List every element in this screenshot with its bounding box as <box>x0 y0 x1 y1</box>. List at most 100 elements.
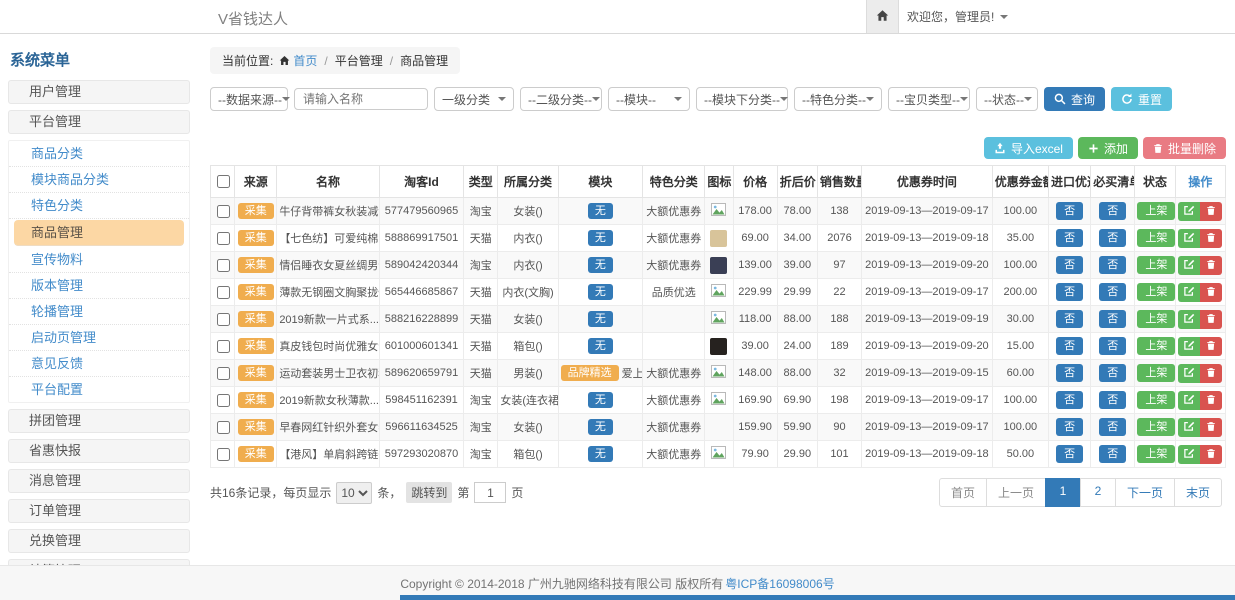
must-buy-toggle[interactable]: 否 <box>1099 391 1126 409</box>
sidebar-group[interactable]: 平台管理 <box>8 110 190 134</box>
page-button[interactable]: 2 <box>1080 478 1116 507</box>
must-buy-toggle[interactable]: 否 <box>1099 445 1126 463</box>
import-optimal-toggle[interactable]: 否 <box>1056 364 1083 382</box>
import-optimal-toggle[interactable]: 否 <box>1056 445 1083 463</box>
must-buy-toggle[interactable]: 否 <box>1099 202 1126 220</box>
sidebar-subitem[interactable]: 轮播管理 <box>9 299 189 325</box>
delete-button[interactable] <box>1200 418 1222 437</box>
name-search-input[interactable] <box>294 88 428 110</box>
row-checkbox[interactable] <box>217 394 230 407</box>
status-toggle[interactable]: 上架 <box>1137 391 1175 409</box>
status-toggle[interactable]: 上架 <box>1137 283 1175 301</box>
icp-link[interactable]: 粤ICP备16098006号 <box>725 575 834 592</box>
filter-select[interactable]: --模块下分类-- <box>696 87 788 111</box>
must-buy-toggle[interactable]: 否 <box>1099 337 1126 355</box>
status-toggle[interactable]: 上架 <box>1137 256 1175 274</box>
status-toggle[interactable]: 上架 <box>1137 202 1175 220</box>
status-toggle[interactable]: 上架 <box>1137 310 1175 328</box>
must-buy-toggle[interactable]: 否 <box>1099 310 1126 328</box>
add-button[interactable]: 添加 <box>1078 137 1138 159</box>
search-button[interactable]: 查询 <box>1044 87 1105 111</box>
must-buy-toggle[interactable]: 否 <box>1099 418 1126 436</box>
sidebar-subitem[interactable]: 版本管理 <box>9 273 189 299</box>
page-button[interactable]: 下一页 <box>1115 478 1175 507</box>
page-button[interactable]: 1 <box>1045 478 1081 507</box>
import-optimal-toggle[interactable]: 否 <box>1056 310 1083 328</box>
edit-button[interactable] <box>1178 229 1200 248</box>
edit-button[interactable] <box>1178 418 1200 437</box>
sidebar-subitem[interactable]: 模块商品分类 <box>9 167 189 193</box>
sidebar-group[interactable]: 订单管理 <box>8 499 190 523</box>
import-optimal-toggle[interactable]: 否 <box>1056 283 1083 301</box>
row-checkbox[interactable] <box>217 259 230 272</box>
edit-button[interactable] <box>1178 283 1200 302</box>
row-checkbox[interactable] <box>217 340 230 353</box>
page-button[interactable]: 末页 <box>1174 478 1222 507</box>
page-button[interactable]: 首页 <box>939 478 987 507</box>
sidebar-subitem[interactable]: 特色分类 <box>9 193 189 219</box>
delete-button[interactable] <box>1200 337 1222 356</box>
status-toggle[interactable]: 上架 <box>1137 418 1175 436</box>
edit-button[interactable] <box>1178 256 1200 275</box>
sidebar-subitem[interactable]: 宣传物料 <box>9 247 189 273</box>
filter-select-data-source[interactable]: --数据来源-- <box>210 87 288 111</box>
row-checkbox[interactable] <box>217 205 230 218</box>
delete-button[interactable] <box>1200 202 1222 221</box>
delete-button[interactable] <box>1200 283 1222 302</box>
delete-button[interactable] <box>1200 364 1222 383</box>
import-optimal-toggle[interactable]: 否 <box>1056 391 1083 409</box>
status-toggle[interactable]: 上架 <box>1137 445 1175 463</box>
edit-button[interactable] <box>1178 364 1200 383</box>
filter-select[interactable]: --宝贝类型-- <box>888 87 970 111</box>
row-checkbox[interactable] <box>217 286 230 299</box>
reset-button[interactable]: 重置 <box>1111 87 1172 111</box>
batch-delete-button[interactable]: 批量删除 <box>1143 137 1226 159</box>
import-optimal-toggle[interactable]: 否 <box>1056 229 1083 247</box>
delete-button[interactable] <box>1200 229 1222 248</box>
per-page-select[interactable]: 10 <box>336 482 372 504</box>
edit-button[interactable] <box>1178 391 1200 410</box>
row-checkbox[interactable] <box>217 313 230 326</box>
status-toggle[interactable]: 上架 <box>1137 337 1175 355</box>
filter-select[interactable]: --特色分类-- <box>794 87 882 111</box>
filter-select[interactable]: --二级分类-- <box>520 87 602 111</box>
row-checkbox[interactable] <box>217 367 230 380</box>
select-all-checkbox[interactable] <box>217 175 230 188</box>
import-optimal-toggle[interactable]: 否 <box>1056 256 1083 274</box>
filter-select[interactable]: --状态-- <box>976 87 1038 111</box>
filter-select[interactable]: --模块-- <box>608 87 690 111</box>
sidebar-subitem[interactable]: 意见反馈 <box>9 351 189 377</box>
must-buy-toggle[interactable]: 否 <box>1099 229 1126 247</box>
sidebar-group[interactable]: 用户管理 <box>8 80 190 104</box>
delete-button[interactable] <box>1200 256 1222 275</box>
must-buy-toggle[interactable]: 否 <box>1099 364 1126 382</box>
delete-button[interactable] <box>1200 310 1222 329</box>
page-button[interactable]: 上一页 <box>986 478 1046 507</box>
edit-button[interactable] <box>1178 310 1200 329</box>
edit-button[interactable] <box>1178 202 1200 221</box>
sidebar-subitem[interactable]: 启动页管理 <box>9 325 189 351</box>
home-button[interactable] <box>866 0 899 33</box>
must-buy-toggle[interactable]: 否 <box>1099 256 1126 274</box>
delete-button[interactable] <box>1200 391 1222 410</box>
delete-button[interactable] <box>1200 445 1222 464</box>
row-checkbox[interactable] <box>217 421 230 434</box>
must-buy-toggle[interactable]: 否 <box>1099 283 1126 301</box>
sidebar-group[interactable]: 兑换管理 <box>8 529 190 553</box>
import-optimal-toggle[interactable]: 否 <box>1056 202 1083 220</box>
sidebar-subitem[interactable]: 平台配置 <box>9 377 189 402</box>
sidebar-group[interactable]: 拼团管理 <box>8 409 190 433</box>
page-number-input[interactable] <box>474 482 506 503</box>
breadcrumb-home-link[interactable]: 首页 <box>293 54 317 68</box>
edit-button[interactable] <box>1178 445 1200 464</box>
edit-button[interactable] <box>1178 337 1200 356</box>
import-excel-button[interactable]: 导入excel <box>984 137 1073 159</box>
sidebar-subitem[interactable]: 商品分类 <box>9 141 189 167</box>
import-optimal-toggle[interactable]: 否 <box>1056 337 1083 355</box>
user-menu[interactable]: 欢迎您，管理员! <box>907 0 1008 33</box>
import-optimal-toggle[interactable]: 否 <box>1056 418 1083 436</box>
filter-select[interactable]: 一级分类 <box>434 87 514 111</box>
sidebar-group[interactable]: 省惠快报 <box>8 439 190 463</box>
sidebar-subitem[interactable]: 商品管理 <box>14 220 184 246</box>
status-toggle[interactable]: 上架 <box>1137 364 1175 382</box>
